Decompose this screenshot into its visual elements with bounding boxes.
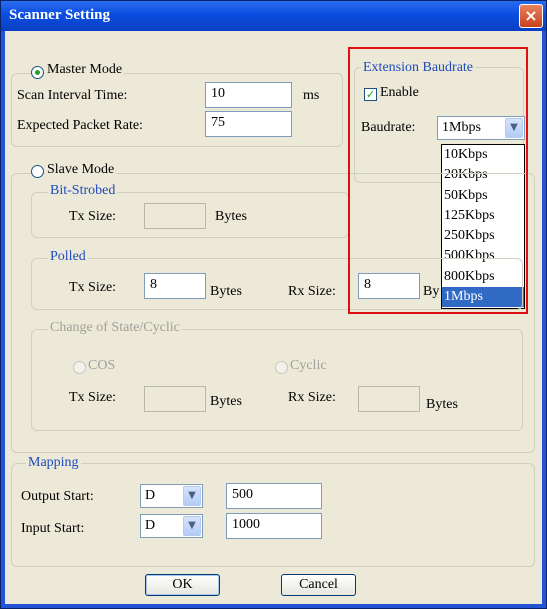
slave-mode-label: Slave Mode <box>45 162 117 178</box>
chevron-down-icon[interactable]: ▼ <box>183 486 201 506</box>
cos-radio[interactable] <box>73 361 86 374</box>
cos-tx-unit: Bytes <box>210 394 242 409</box>
output-device-value: D <box>145 488 156 503</box>
polled-tx-unit: Bytes <box>210 284 242 299</box>
baudrate-label: Baudrate: <box>361 120 416 135</box>
packet-rate-input[interactable]: 75 <box>205 111 292 137</box>
cos-label: COS <box>88 358 116 373</box>
polled-rx-input[interactable]: 8 <box>358 273 420 299</box>
input-start-input[interactable]: 1000 <box>226 513 322 539</box>
scan-interval-input[interactable]: 10 <box>205 82 292 108</box>
cos-rx-input[interactable] <box>358 386 420 412</box>
slave-mode-radio[interactable] <box>31 165 44 178</box>
output-start-label: Output Start: <box>21 489 94 504</box>
polled-tx-label: Tx Size: <box>69 280 117 295</box>
cos-cyclic-group <box>31 329 523 431</box>
close-icon: × <box>524 6 538 25</box>
enable-checkbox[interactable]: ✓ <box>364 88 377 101</box>
chevron-down-icon[interactable]: ▼ <box>505 118 523 138</box>
output-start-input[interactable]: 500 <box>226 483 322 509</box>
bitstrobed-tx-input[interactable] <box>144 203 206 229</box>
master-mode-radio[interactable] <box>31 66 44 79</box>
output-device-select[interactable]: D ▼ <box>140 484 203 508</box>
close-button[interactable]: × <box>519 4 543 28</box>
extension-baudrate-legend: Extension Baudrate <box>361 60 476 76</box>
ok-button[interactable]: OK <box>145 574 220 596</box>
master-mode-group <box>11 73 343 147</box>
polled-legend: Polled <box>48 249 88 265</box>
polled-tx-input[interactable]: 8 <box>144 273 206 299</box>
cyclic-label: Cyclic <box>290 358 327 373</box>
scanner-setting-dialog: Scanner Setting × Master Mode Scan Inter… <box>0 0 547 609</box>
cos-tx-label: Tx Size: <box>69 390 117 405</box>
packet-rate-label: Expected Packet Rate: <box>17 118 143 133</box>
window-title: Scanner Setting <box>9 7 110 23</box>
cyclic-radio[interactable] <box>275 361 288 374</box>
mapping-legend: Mapping <box>26 455 81 471</box>
baudrate-selected-value: 1Mbps <box>442 120 481 135</box>
cos-cyclic-legend: Change of State/Cyclic <box>48 320 182 336</box>
check-icon: ✓ <box>365 88 376 101</box>
input-device-value: D <box>145 518 156 533</box>
cos-rx-unit: Bytes <box>426 397 458 412</box>
input-start-label: Input Start: <box>21 521 85 536</box>
polled-rx-label: Rx Size: <box>288 284 336 299</box>
cancel-button[interactable]: Cancel <box>281 574 356 596</box>
bitstrobed-tx-label: Tx Size: <box>69 209 117 224</box>
cos-tx-input[interactable] <box>144 386 206 412</box>
input-device-select[interactable]: D ▼ <box>140 514 203 538</box>
master-mode-label: Master Mode <box>45 62 125 78</box>
baudrate-option[interactable]: 10Kbps <box>442 145 524 165</box>
scan-interval-label: Scan Interval Time: <box>17 88 128 103</box>
enable-label: Enable <box>380 85 419 100</box>
bit-strobed-legend: Bit-Strobed <box>48 183 118 199</box>
dialog-body: Master Mode Scan Interval Time: 10 ms Ex… <box>5 31 542 604</box>
bitstrobed-tx-unit: Bytes <box>215 209 247 224</box>
polled-rx-unit: By <box>423 284 440 299</box>
baudrate-select[interactable]: 1Mbps ▼ <box>437 116 525 140</box>
scan-interval-unit: ms <box>303 88 320 103</box>
title-bar: Scanner Setting × <box>1 1 546 31</box>
chevron-down-icon[interactable]: ▼ <box>183 516 201 536</box>
cos-rx-label: Rx Size: <box>288 390 336 405</box>
